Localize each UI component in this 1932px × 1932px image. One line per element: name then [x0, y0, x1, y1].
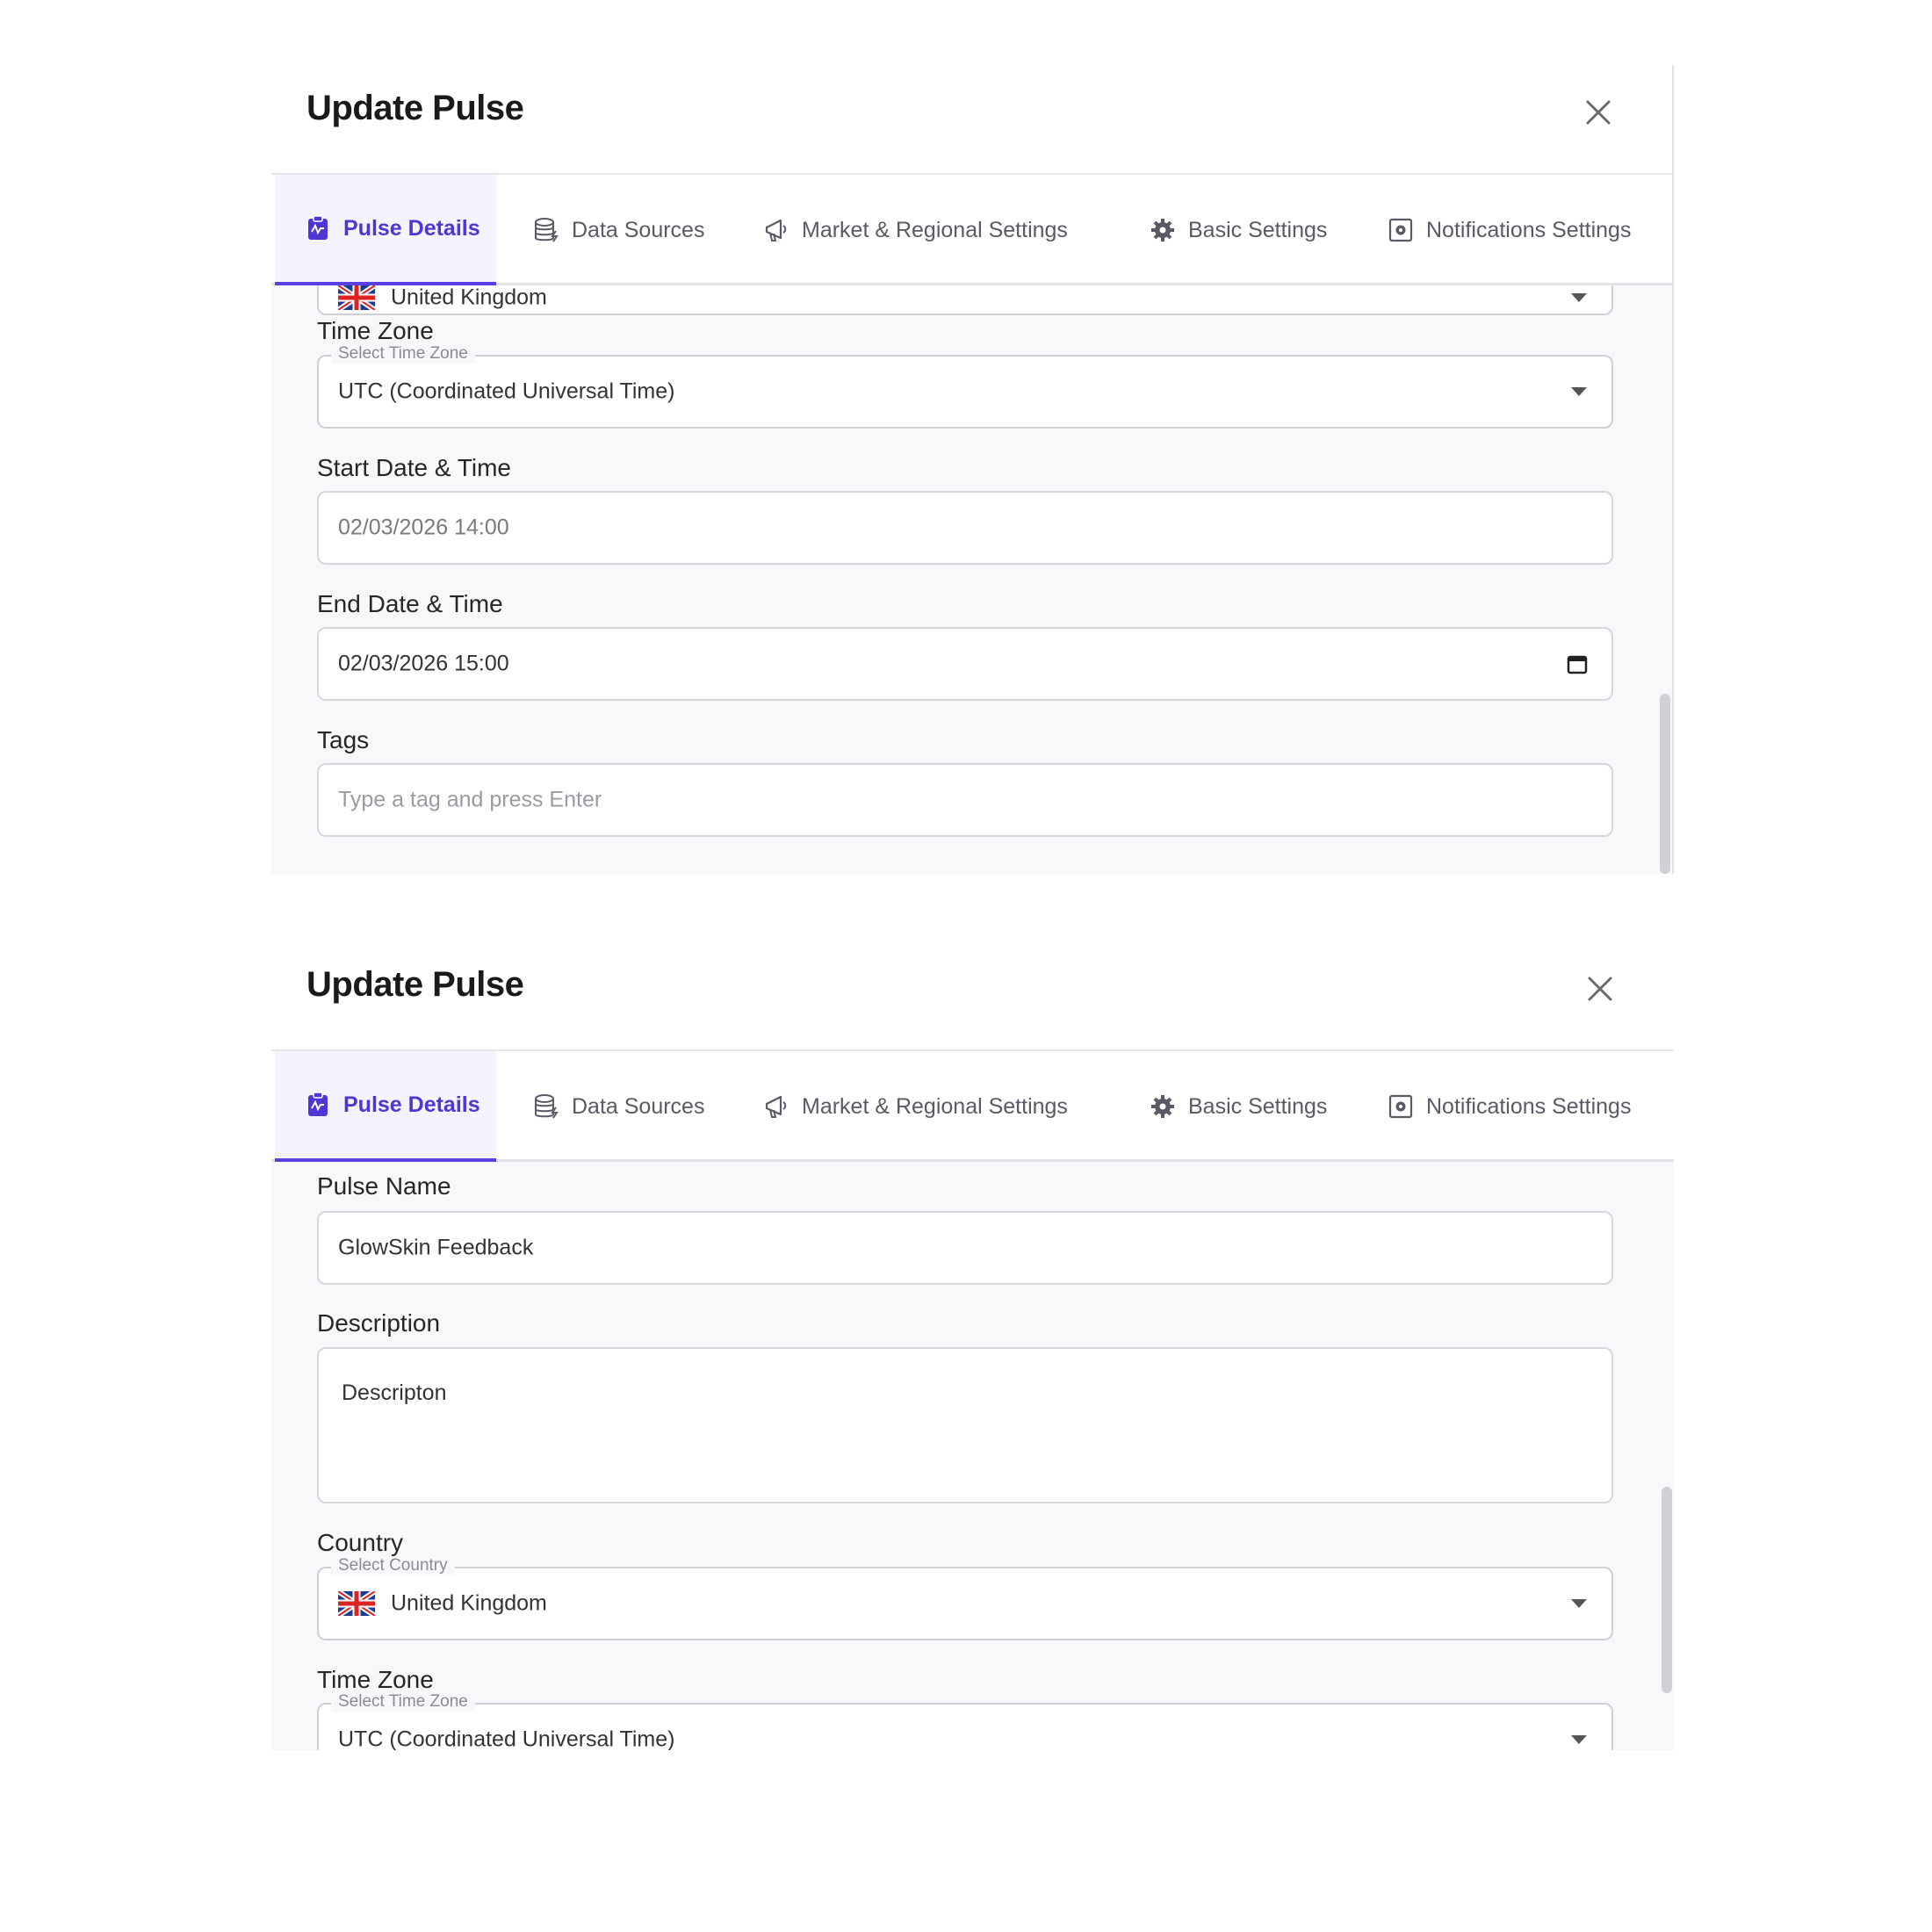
pulse-name-value: GlowSkin Feedback: [338, 1235, 534, 1260]
dialog-header: Update Pulse: [271, 942, 1674, 1051]
scrollbar-thumb[interactable]: [1660, 694, 1670, 874]
dialog-title: Update Pulse: [306, 965, 524, 1004]
description-value: Descripton: [342, 1381, 447, 1405]
tab-label: Data Sources: [572, 1093, 705, 1119]
tab-data-sources[interactable]: Data Sources: [533, 1051, 704, 1162]
uk-flag-icon: [338, 1591, 375, 1616]
uk-flag-icon: [338, 285, 375, 310]
chevron-down-icon: [1571, 387, 1587, 396]
update-pulse-dialog-scrolled: Update Pulse Pulse Details Data Sources: [271, 66, 1674, 874]
tab-market-regional-settings[interactable]: Market & Regional Settings: [763, 175, 1068, 285]
gear-icon: [1151, 219, 1174, 242]
timezone-label: Time Zone: [317, 317, 434, 344]
timezone-select[interactable]: Select Time Zone UTC (Coordinated Univer…: [317, 1692, 1613, 1751]
timezone-select[interactable]: Select Time Zone UTC (Coordinated Univer…: [317, 344, 1613, 429]
description-label: Description: [317, 1309, 441, 1337]
tab-label: Pulse Details: [343, 1092, 480, 1117]
update-pulse-dialog: Update Pulse Pulse Details Data Sources: [271, 942, 1674, 1750]
pulse-name-input[interactable]: GlowSkin Feedback: [317, 1211, 1613, 1285]
close-button[interactable]: [1582, 971, 1618, 1006]
form-scroll-area[interactable]: United Kingdom Time Zone Select Time Zon…: [271, 285, 1672, 874]
tab-market-regional-settings[interactable]: Market & Regional Settings: [763, 1051, 1068, 1162]
timezone-value: UTC (Coordinated Universal Time): [338, 378, 675, 404]
tab-bar: Pulse Details Data Sources Market & Regi…: [271, 175, 1672, 285]
tab-label: Data Sources: [572, 217, 705, 242]
close-icon: [1586, 100, 1611, 125]
tab-label: Market & Regional Settings: [802, 217, 1068, 242]
dialog-title: Update Pulse: [306, 89, 524, 127]
country-select[interactable]: Select Country United Kingdom: [317, 1556, 1613, 1640]
close-button[interactable]: [1581, 95, 1616, 130]
tab-label: Basic Settings: [1188, 1093, 1328, 1119]
start-datetime-value: 02/03/2026 14:00: [338, 515, 509, 540]
tab-bar: Pulse Details Data Sources Market & Regi…: [271, 1051, 1674, 1162]
database-icon: [535, 218, 559, 242]
country-select[interactable]: United Kingdom: [317, 285, 1613, 315]
database-icon: [535, 1094, 559, 1119]
chevron-down-icon: [1571, 293, 1587, 302]
end-datetime-value: 02/03/2026 15:00: [338, 651, 509, 676]
description-textarea[interactable]: Descripton: [317, 1347, 1613, 1503]
country-value: United Kingdom: [391, 1590, 547, 1616]
timezone-legend: Select Time Zone: [331, 1692, 475, 1712]
tab-label: Market & Regional Settings: [802, 1093, 1068, 1119]
notification-settings-icon: [1388, 218, 1413, 242]
tags-input[interactable]: Type a tag and press Enter: [317, 763, 1613, 837]
start-datetime-label: Start Date & Time: [317, 454, 511, 481]
country-label: Country: [317, 1529, 404, 1556]
form-scroll-area[interactable]: Pulse Name GlowSkin Feedback Description…: [271, 1162, 1674, 1750]
country-value: United Kingdom: [391, 285, 547, 310]
close-icon: [1588, 977, 1612, 1001]
notification-settings-icon: [1388, 1094, 1413, 1119]
tab-basic-settings[interactable]: Basic Settings: [1150, 175, 1327, 285]
country-legend: Select Country: [331, 1556, 455, 1575]
dialog-header: Update Pulse: [271, 66, 1672, 175]
clipboard-pulse-icon: [308, 1092, 328, 1116]
tags-label: Tags: [317, 726, 370, 753]
timezone-label: Time Zone: [317, 1666, 434, 1693]
tags-placeholder: Type a tag and press Enter: [338, 787, 602, 812]
tab-basic-settings[interactable]: Basic Settings: [1150, 1051, 1327, 1162]
start-datetime-input[interactable]: 02/03/2026 14:00: [317, 491, 1613, 565]
tab-label: Notifications Settings: [1426, 217, 1632, 242]
pulse-name-label: Pulse Name: [317, 1172, 451, 1200]
megaphone-icon: [765, 1095, 787, 1118]
timezone-legend: Select Time Zone: [331, 344, 475, 364]
scrollbar-thumb[interactable]: [1662, 1487, 1672, 1693]
tab-label: Notifications Settings: [1426, 1093, 1632, 1119]
tab-notifications-settings[interactable]: Notifications Settings: [1388, 175, 1631, 285]
tab-pulse-details[interactable]: Pulse Details: [275, 175, 496, 285]
tab-label: Basic Settings: [1188, 217, 1328, 242]
end-datetime-label: End Date & Time: [317, 590, 503, 617]
tab-pulse-details[interactable]: Pulse Details: [275, 1051, 496, 1162]
calendar-icon[interactable]: [1566, 652, 1589, 675]
chevron-down-icon: [1571, 1599, 1587, 1608]
timezone-value: UTC (Coordinated Universal Time): [338, 1727, 675, 1751]
end-datetime-input[interactable]: 02/03/2026 15:00: [317, 627, 1613, 701]
clipboard-pulse-icon: [308, 215, 328, 240]
gear-icon: [1151, 1095, 1174, 1118]
tab-notifications-settings[interactable]: Notifications Settings: [1388, 1051, 1631, 1162]
tab-data-sources[interactable]: Data Sources: [533, 175, 704, 285]
chevron-down-icon: [1571, 1735, 1587, 1744]
tab-label: Pulse Details: [343, 215, 480, 241]
megaphone-icon: [765, 219, 787, 242]
